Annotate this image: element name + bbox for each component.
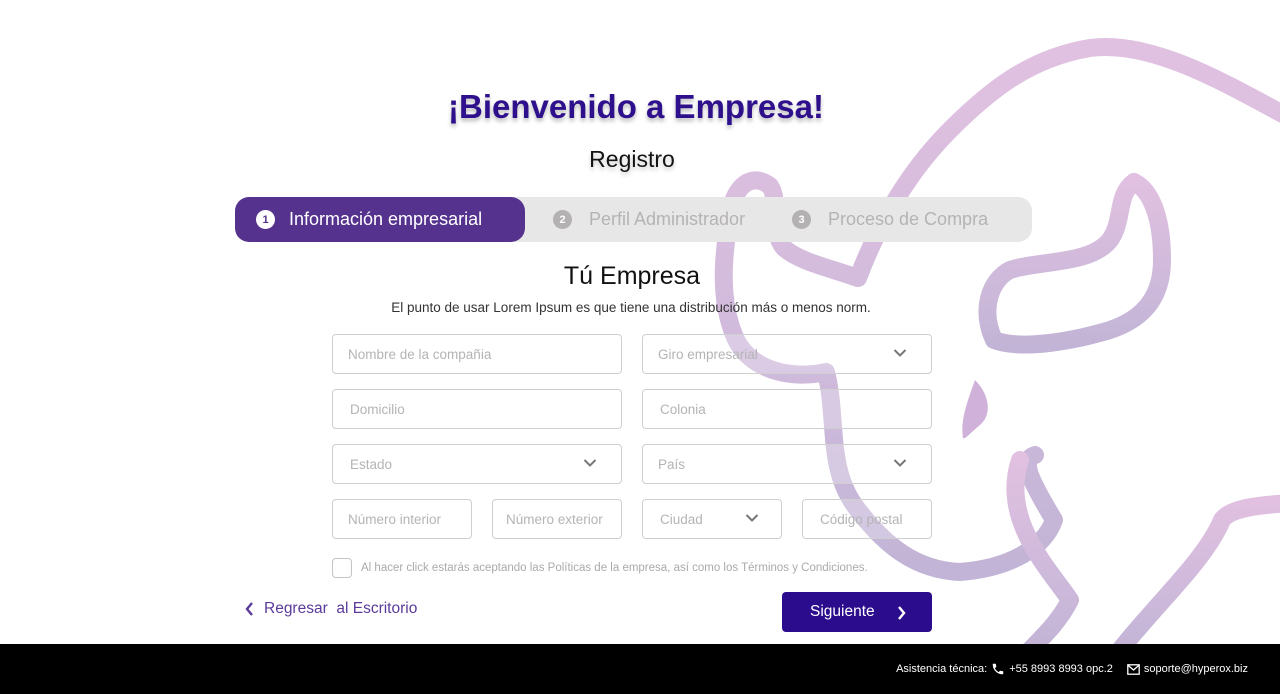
postal-code-input[interactable]: Código postal [802,499,932,539]
step-label-admin-profile: Perfil Administrador [589,209,746,229]
phone-icon [992,663,1004,675]
footer: Asistencia técnica: +55 8993 8993 opc.2 … [0,644,1280,694]
step-admin-profile[interactable]: 2 Perfil Administrador [553,197,745,242]
address-placeholder: Domicilio [350,401,405,417]
chevron-left-icon [245,602,253,616]
exterior-number-input[interactable]: Número exterior [492,499,622,539]
neighborhood-input[interactable]: Colonia [642,389,932,429]
country-select[interactable]: País [642,444,932,484]
city-select[interactable]: Ciudad [642,499,782,539]
back-to-desktop-link[interactable]: Regresar al Escritorio [244,600,417,618]
business-type-select[interactable]: Giro empresarial [642,334,932,374]
terms-checkbox[interactable] [332,558,352,578]
chevron-right-icon [898,606,906,620]
step-purchase-process[interactable]: 3 Proceso de Compra [792,197,988,242]
chevron-down-icon [745,514,759,522]
city-placeholder: Ciudad [660,511,703,527]
step-number-1: 1 [256,210,275,229]
country-placeholder: País [658,456,686,472]
interior-number-input[interactable]: Número interior [332,499,472,539]
support-phone[interactable]: +55 8993 8993 opc.2 [987,662,1113,676]
postal-code-placeholder: Código postal [820,511,903,527]
step-number-3: 3 [792,210,811,229]
step-company-info[interactable]: 1 Información empresarial [235,197,525,242]
support-phone-number: +55 8993 8993 opc.2 [1009,663,1113,675]
step-label-purchase-process: Proceso de Compra [828,209,989,229]
next-button[interactable]: Siguiente [782,592,932,632]
company-name-input[interactable]: Nombre de la compañia [332,334,622,374]
support-label: Asistencia técnica: [896,663,988,675]
chevron-down-icon [893,459,907,467]
business-type-placeholder: Giro empresarial [658,346,758,362]
registration-stepper: 1 Información empresarial 2 Perfil Admin… [235,197,1032,242]
step-number-2: 2 [553,210,572,229]
support-email[interactable]: soporte@hyperox.biz [1123,663,1248,675]
neighborhood-placeholder: Colonia [660,401,706,417]
state-placeholder: Estado [350,456,393,472]
support-email-address: soporte@hyperox.biz [1143,663,1248,675]
section-description: El punto de usar Lorem Ipsum es que tien… [391,300,871,315]
page-subtitle: Registro [589,146,675,172]
exterior-number-placeholder: Número exterior [506,511,603,527]
terms-text: Al hacer click estarás aceptando las Pol… [361,562,868,574]
terms-row: Al hacer click estarás aceptando las Pol… [332,558,868,578]
mail-icon [1127,663,1140,675]
chevron-down-icon [893,349,907,357]
step-label-company-info: Información empresarial [289,209,483,229]
interior-number-placeholder: Número interior [348,511,442,527]
welcome-title: ¡Bienvenido a Empresa! [448,88,824,125]
address-input[interactable]: Domicilio [332,389,622,429]
section-title: Tú Empresa [563,262,701,290]
chevron-down-icon [583,459,597,467]
company-name-placeholder: Nombre de la compañia [348,346,492,362]
next-label: Siguiente [810,603,875,620]
state-select[interactable]: Estado [332,444,622,484]
back-label: Regresar al Escritorio [264,600,418,617]
